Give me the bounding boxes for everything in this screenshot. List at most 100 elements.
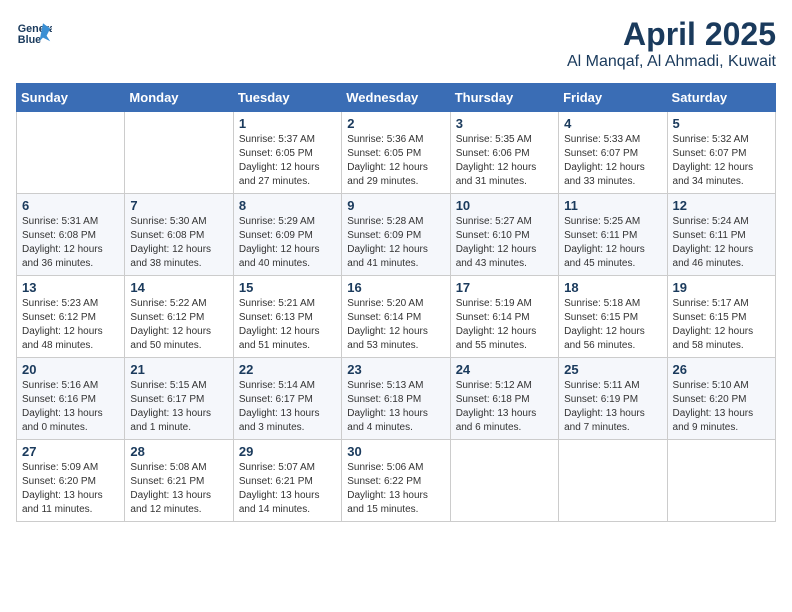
day-detail: Sunrise: 5:32 AMSunset: 6:07 PMDaylight:… [673, 133, 770, 189]
calendar-cell: 7 Sunrise: 5:30 AMSunset: 6:08 PMDaylight… [125, 194, 233, 276]
page-header: General Blue April 2025 Al Manqaf, Al Ah… [16, 16, 776, 71]
day-number: 2 [347, 116, 444, 131]
day-detail: Sunrise: 5:09 AMSunset: 6:20 PMDaylight:… [22, 461, 119, 517]
day-number: 24 [456, 362, 553, 377]
day-number: 20 [22, 362, 119, 377]
day-number: 28 [130, 444, 227, 459]
day-of-week-header: Thursday [450, 84, 558, 112]
calendar-cell: 19Sunrise: 5:17 AMSunset: 6:15 PMDayligh… [667, 276, 775, 358]
day-detail: Sunrise: 5:28 AMSunset: 6:09 PMDaylight:… [347, 215, 444, 271]
calendar-cell: 22 Sunrise: 5:14 AMSunset: 6:17 PMDayligh… [233, 358, 341, 440]
calendar-week-row: 1 Sunrise: 5:37 AMSunset: 6:05 PMDaylight… [17, 112, 776, 194]
day-detail: Sunrise: 5:19 AMSunset: 6:14 PMDaylight:… [456, 297, 553, 353]
calendar-cell: 3 Sunrise: 5:35 AMSunset: 6:06 PMDaylight… [450, 112, 558, 194]
calendar-cell: 5 Sunrise: 5:32 AMSunset: 6:07 PMDaylight… [667, 112, 775, 194]
calendar-cell: 15 Sunrise: 5:21 AMSunset: 6:13 PMDayligh… [233, 276, 341, 358]
day-number: 4 [564, 116, 661, 131]
calendar-cell: 6 Sunrise: 5:31 AMSunset: 6:08 PMDaylight… [17, 194, 125, 276]
calendar-cell: 26 Sunrise: 5:10 AMSunset: 6:20 PMDayligh… [667, 358, 775, 440]
calendar-cell: 30 Sunrise: 5:06 AMSunset: 6:22 PMDayligh… [342, 440, 450, 522]
day-of-week-header: Monday [125, 84, 233, 112]
location-title: Al Manqaf, Al Ahmadi, Kuwait [567, 53, 776, 71]
day-number: 5 [673, 116, 770, 131]
day-detail: Sunrise: 5:30 AMSunset: 6:08 PMDaylight:… [130, 215, 227, 271]
day-detail: Sunrise: 5:21 AMSunset: 6:13 PMDaylight:… [239, 297, 336, 353]
svg-text:Blue: Blue [18, 34, 41, 46]
day-of-week-header: Tuesday [233, 84, 341, 112]
calendar-body: 1 Sunrise: 5:37 AMSunset: 6:05 PMDaylight… [17, 112, 776, 522]
day-detail: Sunrise: 5:14 AMSunset: 6:17 PMDaylight:… [239, 379, 336, 435]
day-detail: Sunrise: 5:25 AMSunset: 6:11 PMDaylight:… [564, 215, 661, 271]
calendar-cell: 16Sunrise: 5:20 AMSunset: 6:14 PMDayligh… [342, 276, 450, 358]
day-detail: Sunrise: 5:08 AMSunset: 6:21 PMDaylight:… [130, 461, 227, 517]
calendar-week-row: 27 Sunrise: 5:09 AMSunset: 6:20 PMDayligh… [17, 440, 776, 522]
day-number: 22 [239, 362, 336, 377]
day-of-week-header: Friday [559, 84, 667, 112]
day-detail: Sunrise: 5:07 AMSunset: 6:21 PMDaylight:… [239, 461, 336, 517]
calendar-cell: 20Sunrise: 5:16 AMSunset: 6:16 PMDayligh… [17, 358, 125, 440]
calendar-cell: 17 Sunrise: 5:19 AMSunset: 6:14 PMDayligh… [450, 276, 558, 358]
day-detail: Sunrise: 5:37 AMSunset: 6:05 PMDaylight:… [239, 133, 336, 189]
calendar-cell: 28 Sunrise: 5:08 AMSunset: 6:21 PMDayligh… [125, 440, 233, 522]
day-detail: Sunrise: 5:31 AMSunset: 6:08 PMDaylight:… [22, 215, 119, 271]
day-number: 18 [564, 280, 661, 295]
day-of-week-header: Wednesday [342, 84, 450, 112]
day-number: 17 [456, 280, 553, 295]
calendar-cell: 21 Sunrise: 5:15 AMSunset: 6:17 PMDayligh… [125, 358, 233, 440]
calendar-cell: 4 Sunrise: 5:33 AMSunset: 6:07 PMDaylight… [559, 112, 667, 194]
day-number: 25 [564, 362, 661, 377]
calendar-cell: 9Sunrise: 5:28 AMSunset: 6:09 PMDaylight… [342, 194, 450, 276]
logo: General Blue [16, 16, 52, 52]
calendar-cell: 12Sunrise: 5:24 AMSunset: 6:11 PMDayligh… [667, 194, 775, 276]
day-number: 26 [673, 362, 770, 377]
calendar-cell: 14 Sunrise: 5:22 AMSunset: 6:12 PMDayligh… [125, 276, 233, 358]
day-number: 19 [673, 280, 770, 295]
day-detail: Sunrise: 5:23 AMSunset: 6:12 PMDaylight:… [22, 297, 119, 353]
calendar-cell: 23 Sunrise: 5:13 AMSunset: 6:18 PMDayligh… [342, 358, 450, 440]
day-detail: Sunrise: 5:18 AMSunset: 6:15 PMDaylight:… [564, 297, 661, 353]
day-number: 14 [130, 280, 227, 295]
day-number: 7 [130, 198, 227, 213]
day-detail: Sunrise: 5:36 AMSunset: 6:05 PMDaylight:… [347, 133, 444, 189]
month-title: April 2025 [567, 16, 776, 53]
calendar-cell: 29 Sunrise: 5:07 AMSunset: 6:21 PMDayligh… [233, 440, 341, 522]
day-number: 29 [239, 444, 336, 459]
day-detail: Sunrise: 5:27 AMSunset: 6:10 PMDaylight:… [456, 215, 553, 271]
day-number: 23 [347, 362, 444, 377]
title-area: April 2025 Al Manqaf, Al Ahmadi, Kuwait [567, 16, 776, 71]
day-detail: Sunrise: 5:33 AMSunset: 6:07 PMDaylight:… [564, 133, 661, 189]
calendar-cell: 13 Sunrise: 5:23 AMSunset: 6:12 PMDayligh… [17, 276, 125, 358]
day-number: 21 [130, 362, 227, 377]
day-detail: Sunrise: 5:11 AMSunset: 6:19 PMDaylight:… [564, 379, 661, 435]
day-number: 15 [239, 280, 336, 295]
calendar-week-row: 6 Sunrise: 5:31 AMSunset: 6:08 PMDaylight… [17, 194, 776, 276]
day-number: 30 [347, 444, 444, 459]
day-number: 27 [22, 444, 119, 459]
day-number: 13 [22, 280, 119, 295]
day-detail: Sunrise: 5:20 AMSunset: 6:14 PMDaylight:… [347, 297, 444, 353]
day-number: 10 [456, 198, 553, 213]
calendar-cell: 2 Sunrise: 5:36 AMSunset: 6:05 PMDaylight… [342, 112, 450, 194]
day-detail: Sunrise: 5:22 AMSunset: 6:12 PMDaylight:… [130, 297, 227, 353]
day-number: 8 [239, 198, 336, 213]
day-detail: Sunrise: 5:13 AMSunset: 6:18 PMDaylight:… [347, 379, 444, 435]
day-number: 6 [22, 198, 119, 213]
calendar-cell: 8 Sunrise: 5:29 AMSunset: 6:09 PMDaylight… [233, 194, 341, 276]
calendar-cell [125, 112, 233, 194]
day-detail: Sunrise: 5:10 AMSunset: 6:20 PMDaylight:… [673, 379, 770, 435]
day-detail: Sunrise: 5:15 AMSunset: 6:17 PMDaylight:… [130, 379, 227, 435]
calendar-cell: 10 Sunrise: 5:27 AMSunset: 6:10 PMDayligh… [450, 194, 558, 276]
calendar-cell: 24Sunrise: 5:12 AMSunset: 6:18 PMDayligh… [450, 358, 558, 440]
calendar-cell: 27 Sunrise: 5:09 AMSunset: 6:20 PMDayligh… [17, 440, 125, 522]
day-number: 3 [456, 116, 553, 131]
calendar-header-row: SundayMondayTuesdayWednesdayThursdayFrid… [17, 84, 776, 112]
day-number: 1 [239, 116, 336, 131]
calendar-cell [450, 440, 558, 522]
day-detail: Sunrise: 5:29 AMSunset: 6:09 PMDaylight:… [239, 215, 336, 271]
calendar-cell: 18 Sunrise: 5:18 AMSunset: 6:15 PMDayligh… [559, 276, 667, 358]
day-number: 11 [564, 198, 661, 213]
day-detail: Sunrise: 5:35 AMSunset: 6:06 PMDaylight:… [456, 133, 553, 189]
calendar-cell [17, 112, 125, 194]
day-detail: Sunrise: 5:06 AMSunset: 6:22 PMDaylight:… [347, 461, 444, 517]
calendar-cell: 25 Sunrise: 5:11 AMSunset: 6:19 PMDayligh… [559, 358, 667, 440]
